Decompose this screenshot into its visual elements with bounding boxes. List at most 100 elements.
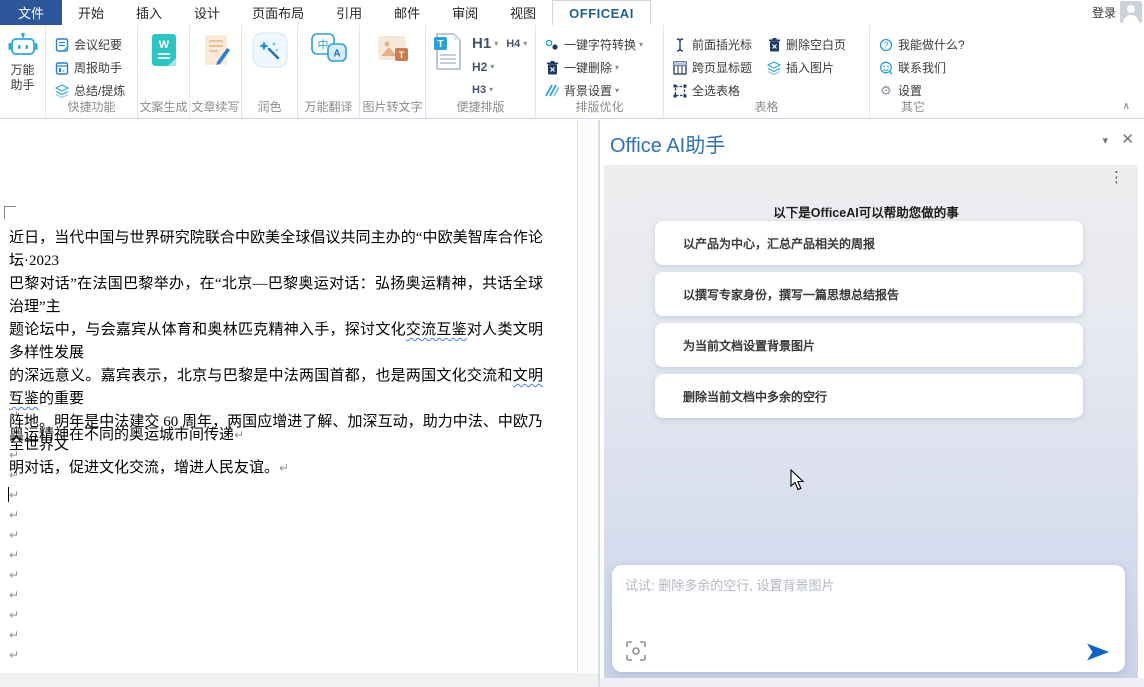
empty-line: ↵ xyxy=(0,605,560,625)
heading2-button[interactable]: H2 xyxy=(472,60,487,74)
close-panel-button[interactable]: ✕ xyxy=(1121,130,1134,148)
empty-line: ↵ xyxy=(0,385,560,405)
kebab-menu-icon[interactable]: ⋮ xyxy=(1109,169,1124,187)
document-scrollbar-track[interactable] xyxy=(578,120,598,673)
empty-line: ↵ xyxy=(0,445,560,465)
chevron-down-icon[interactable]: ▾ xyxy=(523,39,527,48)
magic-wand-icon xyxy=(252,32,288,68)
chat-input[interactable] xyxy=(625,575,1111,633)
cross-page-header-button[interactable]: 跨页显标题 xyxy=(664,56,752,79)
screenshot-capture-icon[interactable] xyxy=(625,640,647,662)
what-can-i-do-label: 我能做什么? xyxy=(898,36,965,53)
svg-text:T: T xyxy=(437,39,443,50)
contact-us-button[interactable]: 联系我们 xyxy=(870,56,956,79)
group-label-layout: 便捷排版 xyxy=(426,98,535,115)
person-icon xyxy=(1120,1,1142,23)
group-label-translate: 万能翻译 xyxy=(298,98,359,115)
chevron-down-icon[interactable]: ▾ xyxy=(490,62,494,71)
tab-home[interactable]: 开始 xyxy=(62,0,120,25)
svg-text:中: 中 xyxy=(317,39,328,52)
empty-line: ↵ xyxy=(0,645,560,665)
empty-line: ↵ xyxy=(0,545,560,565)
suggestion-card[interactable]: 删除当前文档中多余的空行 xyxy=(655,374,1083,418)
ribbon-group-continue: 文章续写 xyxy=(190,25,242,118)
one-key-delete-button[interactable]: 一键删除▾ xyxy=(536,56,663,79)
gear-icon: ⚙ xyxy=(878,83,894,98)
chevron-down-icon[interactable]: ▾ xyxy=(615,63,619,72)
tab-officeai[interactable]: OFFICEAI xyxy=(552,0,651,25)
tab-view[interactable]: 视图 xyxy=(494,0,552,25)
officeai-ribbon: 万能 助手 会议纪要 周报助手 xyxy=(0,25,1144,119)
stripes-icon xyxy=(544,83,560,98)
svg-text:A: A xyxy=(333,49,340,60)
meeting-minutes-label: 会议纪要 xyxy=(74,36,122,53)
ibeam-cursor-icon xyxy=(672,37,688,52)
char-convert-icon xyxy=(544,37,560,52)
empty-line: ↵ xyxy=(0,505,560,525)
document-area: 近日，当代中国与世界研究院联合中欧美全球倡议共同主办的“中欧美智库合作论坛·20… xyxy=(0,120,598,687)
insert-image-button[interactable]: 插入图片 xyxy=(758,56,846,79)
meeting-minutes-button[interactable]: 会议纪要 xyxy=(46,33,137,56)
empty-line: ↵ xyxy=(0,405,560,425)
robot-icon xyxy=(8,32,38,58)
tab-references[interactable]: 引用 xyxy=(320,0,378,25)
settings-label: 设置 xyxy=(898,82,922,99)
margin-crop-mark xyxy=(4,206,16,219)
ribbon-group-table: 前面插光标 跨页显标题 全选表格 xyxy=(664,25,870,118)
meeting-notes-icon xyxy=(54,37,70,52)
chat-input-box xyxy=(612,565,1125,672)
chat-face-icon xyxy=(878,60,894,75)
insert-cursor-before-label: 前面插光标 xyxy=(692,36,752,53)
login-button[interactable]: 登录 xyxy=(1092,4,1116,21)
panel-intro-text: 以下是OfficeAI可以帮助您做的事 xyxy=(604,202,1128,221)
tab-design[interactable]: 设计 xyxy=(178,0,236,25)
send-icon[interactable] xyxy=(1085,641,1111,663)
menu-tab-bar: 文件 开始 插入 设计 页面布局 引用 邮件 审阅 视图 OFFICEAI 登录 xyxy=(0,0,1144,25)
heading1-button[interactable]: H1 xyxy=(472,35,491,52)
document-page[interactable]: 近日，当代中国与世界研究院联合中欧美全球倡议共同主办的“中欧美智库合作论坛·20… xyxy=(0,120,578,673)
doc-line: 题论坛中，与会嘉宾从体育和奥林匹克精神入手，探讨文化交流互鉴对人类文明多样性发展 xyxy=(9,319,543,365)
panel-body: ⋮ 以下是OfficeAI可以帮助您做的事 以产品为中心，汇总产品相关的周报 以… xyxy=(604,165,1138,678)
user-avatar[interactable] xyxy=(1120,1,1142,23)
svg-text:W: W xyxy=(158,39,169,51)
ribbon-group-layout: T H1▾ H4▾ H2▾ H3▾ xyxy=(426,25,536,118)
minimize-panel-button[interactable]: ▾ xyxy=(1102,134,1108,147)
heading4-button[interactable]: H4 xyxy=(506,38,520,50)
delete-blank-page-button[interactable]: 删除空白页 xyxy=(758,33,846,56)
tab-review[interactable]: 审阅 xyxy=(436,0,494,25)
chevron-down-icon[interactable]: ▾ xyxy=(615,86,619,95)
group-label-quick: 快捷功能 xyxy=(46,98,137,115)
empty-line: ↵ xyxy=(0,585,560,605)
heading3-button[interactable]: H3 xyxy=(472,84,486,96)
collapse-ribbon-button[interactable]: ∧ xyxy=(1123,101,1130,112)
group-label-copywriting: 文案生成 xyxy=(138,98,189,115)
what-can-i-do-button[interactable]: ? 我能做什么? xyxy=(870,33,956,56)
weekly-report-button[interactable]: 周报助手 xyxy=(46,56,137,79)
suggestion-card[interactable]: 以撰写专家身份，撰写一篇思想总结报告 xyxy=(655,272,1083,316)
tab-file[interactable]: 文件 xyxy=(0,0,62,25)
tab-mailings[interactable]: 邮件 xyxy=(378,0,436,25)
tab-page-layout[interactable]: 页面布局 xyxy=(236,0,320,25)
text-caret xyxy=(8,487,9,502)
group-label-continue: 文章续写 xyxy=(190,98,241,115)
chevron-down-icon[interactable]: ▾ xyxy=(494,39,498,48)
universal-assistant-button[interactable]: 万能 助手 xyxy=(0,25,45,118)
chevron-down-icon[interactable]: ▾ xyxy=(639,40,643,49)
ribbon-group-polish: 润色 xyxy=(242,25,298,118)
insert-cursor-before-button[interactable]: 前面插光标 xyxy=(664,33,752,56)
suggestion-card[interactable]: 为当前文档设置背景图片 xyxy=(655,323,1083,367)
svg-text:T: T xyxy=(398,50,404,60)
char-convert-button[interactable]: 一键字符转换▾ xyxy=(536,33,663,56)
doc-line: 近日，当代中国与世界研究院联合中欧美全球倡议共同主办的“中欧美智库合作论坛·20… xyxy=(9,227,543,273)
select-all-table-label: 全选表格 xyxy=(692,82,740,99)
tab-insert[interactable]: 插入 xyxy=(120,0,178,25)
background-settings-label: 背景设置 xyxy=(564,82,612,99)
selection-box-icon xyxy=(672,83,688,98)
suggestion-card[interactable]: 以产品为中心，汇总产品相关的周报 xyxy=(655,221,1083,265)
ribbon-group-assistant: 万能 助手 xyxy=(0,25,46,118)
one-key-delete-label: 一键删除 xyxy=(564,59,612,76)
empty-line: ↵ xyxy=(0,365,560,385)
group-label-other: 其它 xyxy=(870,98,956,115)
chevron-down-icon[interactable]: ▾ xyxy=(489,85,493,94)
layers-icon xyxy=(54,83,70,98)
